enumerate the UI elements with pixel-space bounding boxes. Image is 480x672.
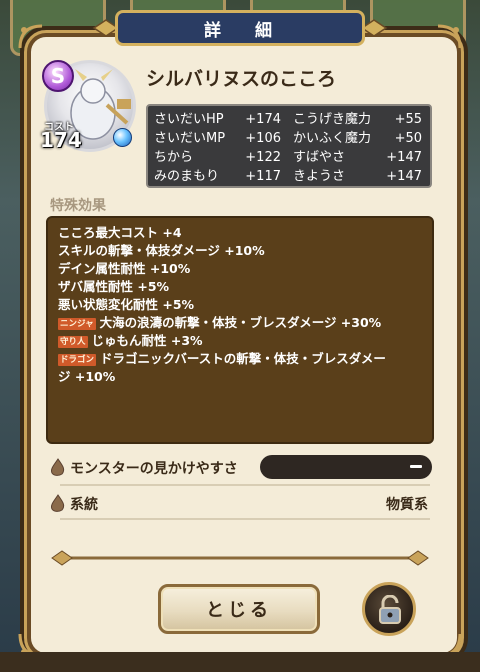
visibility-value-indicator <box>410 465 422 468</box>
title-ornament-icon <box>362 19 388 37</box>
effect-line: こころ最大コスト +4 <box>58 224 422 242</box>
effect-text: スキルの斬撃・体技ダメージ +10% <box>58 243 265 258</box>
effect-text: こころ最大コスト +4 <box>58 225 182 240</box>
cost-value: 174 <box>40 128 82 152</box>
seed-icon <box>51 458 65 476</box>
stat-value: +174 <box>245 112 281 127</box>
rank-badge: S <box>42 60 74 92</box>
stat-name: すばやさ <box>293 150 346 165</box>
stat-value: +50 <box>394 131 422 146</box>
stat-name: こうげき魔力 <box>293 112 372 127</box>
visibility-label: モンスターの見かけやすさ <box>70 461 238 477</box>
divider <box>60 518 430 520</box>
effect-text: じゅもん耐性 +3% <box>91 333 203 348</box>
corner-ornament-icon <box>18 24 44 50</box>
monster-name: シルバリヌスのこころ <box>146 68 337 90</box>
stat-row: ちから +122 すばやさ +147 <box>154 148 424 167</box>
effect-text: ザバ属性耐性 +5% <box>58 279 170 294</box>
ornate-divider <box>51 550 429 566</box>
stat-value: +147 <box>386 150 422 165</box>
type-tag: ニンジャ <box>58 317 96 330</box>
effect-line: ドラゴン ドラゴニックバーストの斬撃・体技・ブレスダメー <box>58 350 422 368</box>
seed-icon <box>51 494 65 512</box>
stat-row: さいだいHP +174 こうげき魔力 +55 <box>154 110 424 129</box>
effects-list[interactable]: こころ最大コスト +4 スキルの斬撃・体技ダメージ +10% デイン属性耐性 +… <box>46 216 434 444</box>
family-label: 系統 <box>70 497 98 513</box>
divider <box>60 484 430 486</box>
effect-line: デイン属性耐性 +10% <box>58 260 422 278</box>
section-label-special-effects: 特殊効果 <box>50 198 106 214</box>
stat-name: かいふく魔力 <box>293 131 372 146</box>
stat-name: みのまもり <box>154 169 220 184</box>
effect-text: デイン属性耐性 +10% <box>58 261 191 276</box>
stat-name: さいだいHP <box>154 112 224 127</box>
effect-line: ザバ属性耐性 +5% <box>58 278 422 296</box>
type-tag: ドラゴン <box>58 353 97 366</box>
effect-text: 大海の浪濤の斬撃・体技・ブレスダメージ +30% <box>99 315 382 330</box>
corner-ornament-icon <box>436 24 462 50</box>
effect-text: 悪い状態変化耐性 +5% <box>58 297 195 312</box>
effect-text: ドラゴニックバーストの斬撃・体技・ブレスダメー <box>100 351 386 366</box>
stat-row: さいだいMP +106 かいふく魔力 +50 <box>154 129 424 148</box>
visibility-slider[interactable] <box>260 455 432 479</box>
effect-line: 悪い状態変化耐性 +5% <box>58 296 422 314</box>
stat-name: ちから <box>154 150 194 165</box>
background-tab-strip <box>0 652 480 672</box>
dialog-title: 詳 細 <box>115 10 365 46</box>
effect-line: スキルの斬撃・体技ダメージ +10% <box>58 242 422 260</box>
stat-value: +55 <box>394 112 422 127</box>
lock-button[interactable] <box>362 582 416 636</box>
family-value: 物質系 <box>386 497 428 513</box>
lock-open-icon <box>379 595 401 624</box>
stat-name: きようさ <box>293 169 346 184</box>
effect-text: ジ +10% <box>58 369 116 384</box>
stat-value: +117 <box>245 169 281 184</box>
stat-value: +106 <box>245 131 281 146</box>
effect-line: ジ +10% <box>58 368 422 386</box>
effect-line: 守り人 じゅもん耐性 +3% <box>58 332 422 350</box>
stat-name: さいだいMP <box>154 131 226 146</box>
stat-row: みのまもり +117 きようさ +147 <box>154 167 424 186</box>
type-tag: 守り人 <box>58 335 88 348</box>
family-row: 系統 物質系 <box>46 490 434 516</box>
stat-value: +122 <box>245 150 281 165</box>
visibility-row: モンスターの見かけやすさ <box>46 454 434 482</box>
stat-value: +147 <box>386 169 422 184</box>
close-button[interactable]: とじる <box>158 584 320 634</box>
effect-line: ニンジャ 大海の浪濤の斬撃・体技・ブレスダメージ +30% <box>58 314 422 332</box>
element-orb-icon <box>113 128 132 147</box>
stats-table: さいだいHP +174 こうげき魔力 +55 さいだいMP +106 かいふく魔力 +5… <box>146 104 432 188</box>
